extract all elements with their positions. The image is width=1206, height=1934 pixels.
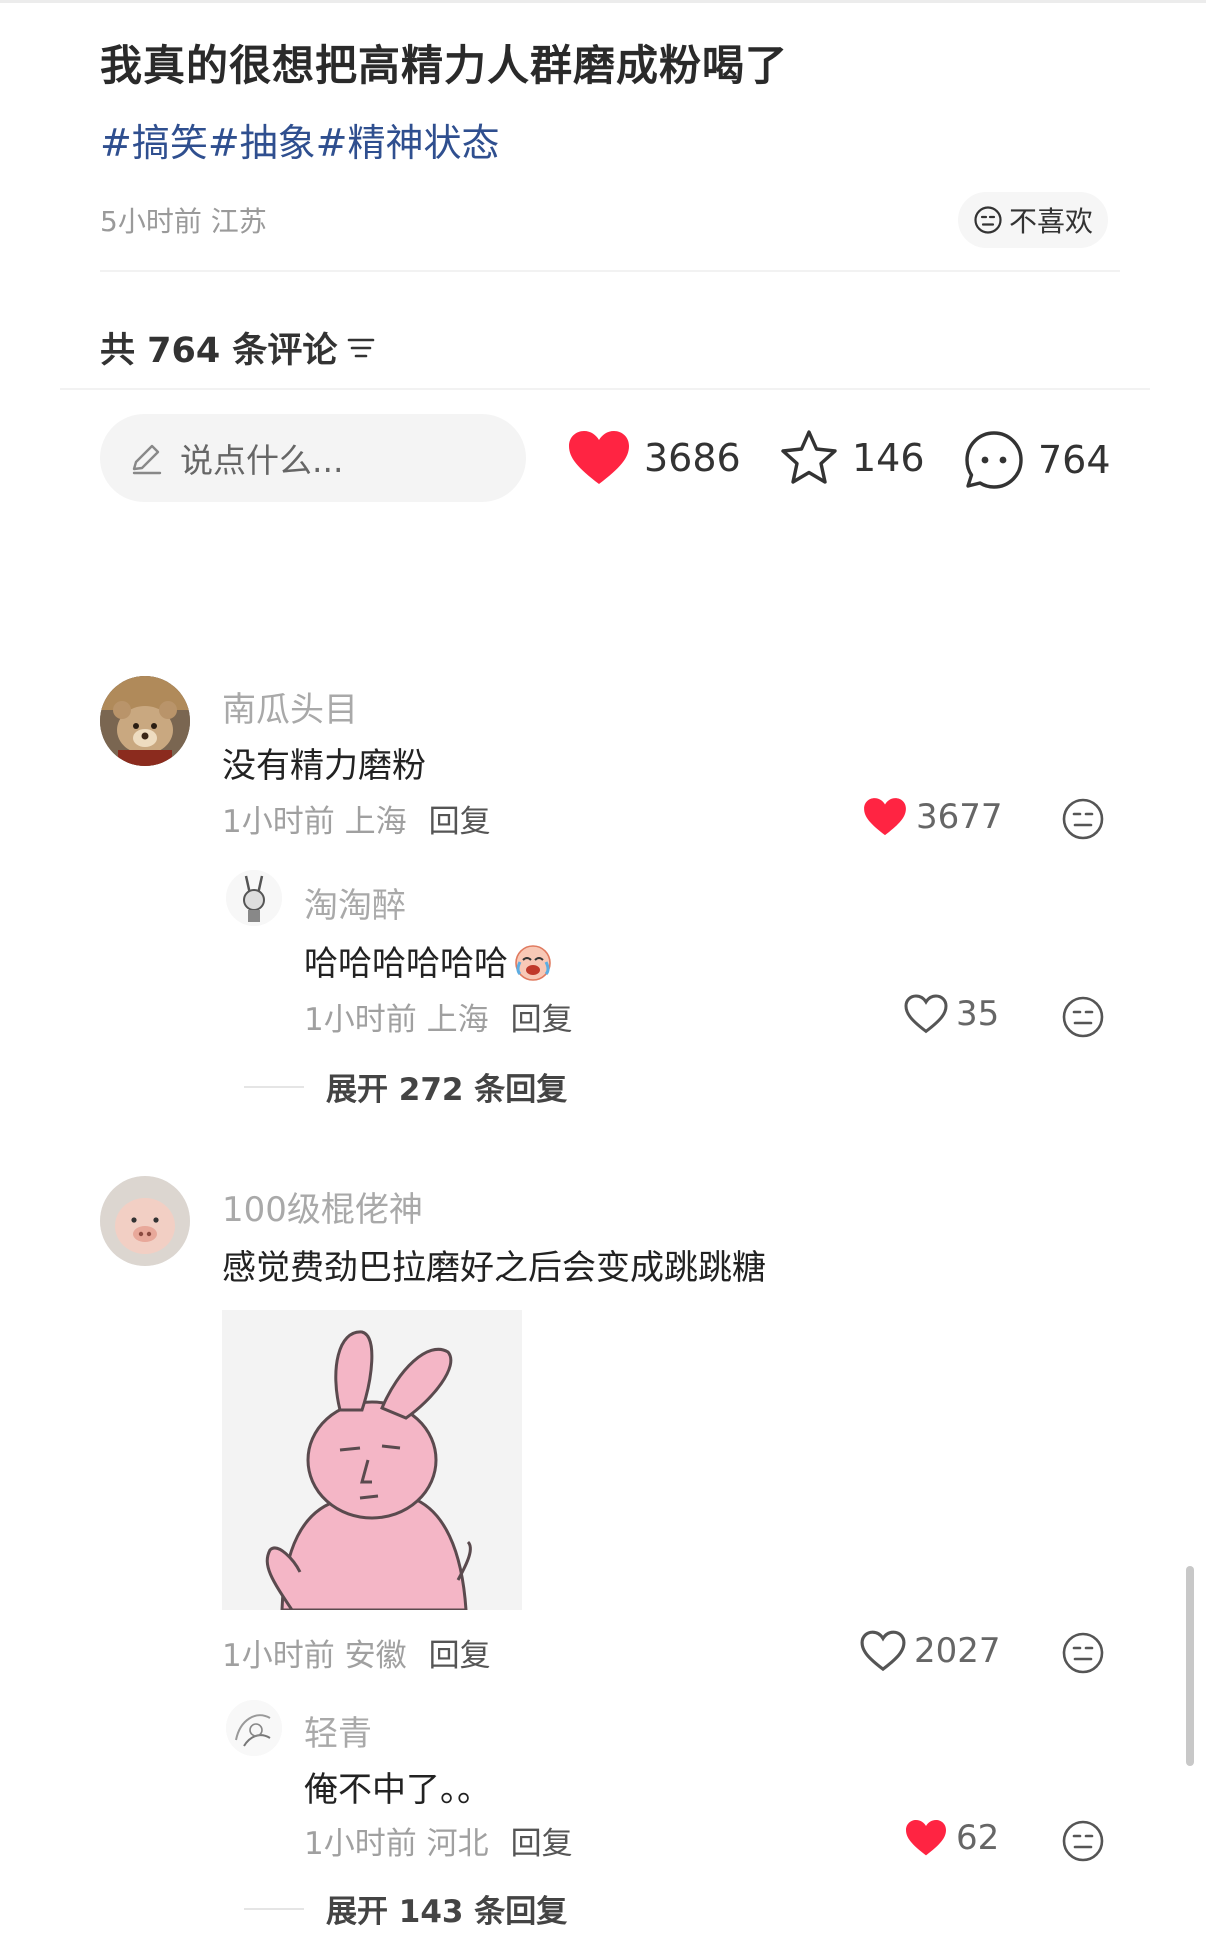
- post-tags[interactable]: #搞笑#抽象#精神状态: [100, 112, 500, 167]
- neutral-face-icon[interactable]: [1060, 1630, 1106, 1676]
- divider: [60, 388, 1150, 390]
- expand-replies-button[interactable]: 展开 272 条回复: [244, 1064, 567, 1109]
- comment-input-placeholder: 说点什么...: [180, 441, 344, 480]
- reply-meta: 1小时前 上海 回复: [304, 994, 573, 1039]
- dislike-button[interactable]: 不喜欢: [958, 192, 1108, 248]
- expand-replies-label: 展开 143 条回复: [326, 1894, 568, 1930]
- expand-line: [244, 1085, 304, 1088]
- reply-button[interactable]: 回复: [429, 804, 491, 840]
- expand-replies-label: 展开 272 条回复: [326, 1072, 568, 1108]
- avatar-bear-image: [100, 676, 190, 766]
- reply-like-button[interactable]: 62: [904, 1818, 999, 1858]
- comment-like-count: 2027: [914, 1631, 1001, 1671]
- avatar[interactable]: [100, 1176, 190, 1266]
- reply-text: 哈哈哈哈哈哈: [304, 944, 508, 984]
- comment-like-button[interactable]: 3677: [862, 796, 1003, 838]
- reply-text: 俺不中了。。: [304, 1770, 491, 1810]
- crying-laughing-emoji-icon: [515, 944, 551, 981]
- comment-like-count: 3677: [916, 797, 1003, 837]
- comment-author[interactable]: 100级棍佬神: [222, 1182, 423, 1231]
- neutral-face-icon: [974, 206, 1002, 234]
- neutral-face-icon[interactable]: [1060, 994, 1106, 1040]
- reply-author[interactable]: 淘淘醉: [304, 878, 406, 927]
- reply-time-location: 1小时前 河北: [304, 1826, 489, 1862]
- comment-text: 没有精力磨粉: [222, 746, 426, 786]
- expand-replies-button[interactable]: 展开 143 条回复: [244, 1886, 567, 1931]
- avatar-sketch-image: [226, 1700, 282, 1756]
- comment-meta: 1小时前 上海 回复: [222, 796, 491, 841]
- heart-outline-icon: [904, 994, 948, 1034]
- pencil-icon: [132, 444, 162, 475]
- like-count: 3686: [644, 436, 741, 480]
- comment-button[interactable]: 764: [962, 428, 1111, 492]
- avatar-pig-image: [100, 1176, 190, 1266]
- favorite-button[interactable]: 146: [778, 428, 925, 488]
- comment-count: 764: [1038, 438, 1111, 482]
- scrollbar[interactable]: [1186, 1566, 1194, 1766]
- divider: [100, 270, 1120, 272]
- comment-author[interactable]: 南瓜头目: [222, 682, 358, 731]
- star-icon: [781, 430, 837, 484]
- pink-rabbit-sticker: [222, 1310, 522, 1610]
- comment-time-location: 1小时前 安徽: [222, 1638, 407, 1674]
- reply-button[interactable]: 回复: [511, 1826, 573, 1862]
- comment-text: 感觉费劲巴拉磨好之后会变成跳跳糖: [222, 1248, 766, 1288]
- like-button[interactable]: 3686: [566, 428, 741, 488]
- avatar[interactable]: [226, 870, 282, 926]
- reply-time-location: 1小时前 上海: [304, 1002, 489, 1038]
- top-edge: [0, 0, 1206, 3]
- comment-meta: 1小时前 安徽 回复: [222, 1630, 491, 1675]
- expand-line: [244, 1907, 304, 1910]
- favorite-count: 146: [852, 436, 925, 480]
- reply-author[interactable]: 轻青: [304, 1706, 372, 1755]
- reply-text-row: 哈哈哈哈哈哈: [304, 936, 556, 985]
- reply-like-count: 62: [956, 1818, 1000, 1858]
- neutral-face-icon[interactable]: [1060, 1818, 1106, 1864]
- neutral-face-icon[interactable]: [1060, 796, 1106, 842]
- reply-button[interactable]: 回复: [429, 1638, 491, 1674]
- heart-icon: [864, 798, 906, 836]
- reply-like-count: 35: [956, 994, 1000, 1034]
- heart-outline-icon: [860, 1630, 906, 1672]
- comment-count-label: 共 764 条评论: [100, 331, 338, 371]
- post-title: 我真的很想把高精力人群磨成粉喝了: [100, 41, 789, 90]
- comment-image[interactable]: [222, 1310, 522, 1610]
- comment-input[interactable]: 说点什么...: [100, 414, 526, 502]
- comment-bubble-icon: [965, 431, 1023, 489]
- comment-like-button[interactable]: 2027: [860, 1630, 1001, 1672]
- avatar[interactable]: [226, 1700, 282, 1756]
- comment-time-location: 1小时前 上海: [222, 804, 407, 840]
- dislike-label: 不喜欢: [1008, 205, 1093, 238]
- reply-meta: 1小时前 河北 回复: [304, 1818, 573, 1863]
- reply-like-button[interactable]: 35: [904, 994, 999, 1034]
- post-time-location: 5小时前 江苏: [100, 205, 267, 238]
- reply-button[interactable]: 回复: [511, 1002, 573, 1038]
- heart-icon: [906, 1820, 946, 1856]
- comment-count-header[interactable]: 共 764 条评论: [100, 322, 375, 373]
- avatar-rabbit-image: [226, 870, 282, 926]
- sort-icon[interactable]: [347, 336, 375, 360]
- heart-icon: [569, 431, 629, 484]
- avatar[interactable]: [100, 676, 190, 766]
